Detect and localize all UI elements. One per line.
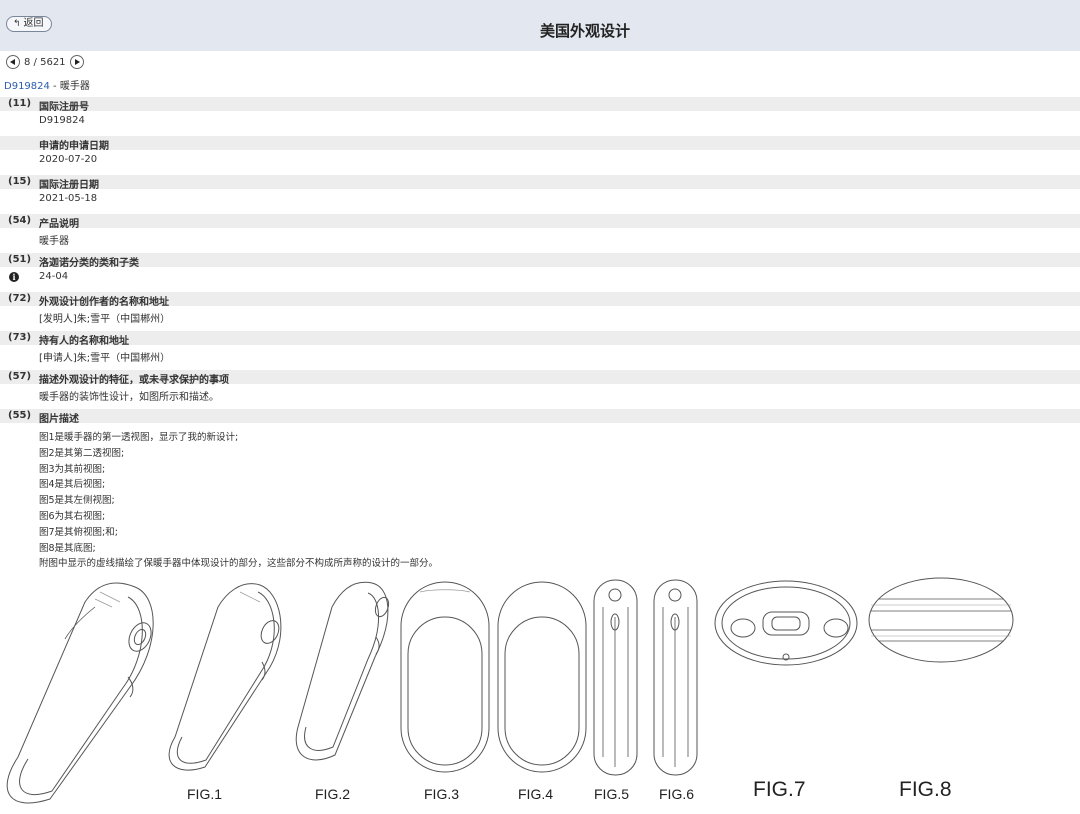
field-label-row: (57) 描述外观设计的特征，或未寻求保护的事项 (0, 370, 1080, 386)
field-value: 2020-07-20 (39, 154, 98, 165)
figure-description-line: 图4是其后视图; (39, 479, 106, 491)
field-value-row: [发明人]朱;雪平（中国郴州） (0, 306, 1080, 331)
field-value: 暖手器的装饰性设计，如图所示和描述。 (39, 392, 219, 403)
fig4-drawing (400, 581, 490, 773)
field-value: 2021-05-18 (39, 193, 98, 204)
fig1-drawing (6, 582, 154, 804)
record-heading: D919824 - 暖手器 (4, 77, 90, 92)
field-code: (54) (8, 215, 32, 226)
field-value: [申请人]朱;雪平（中国郴州） (39, 353, 171, 364)
previous-record-icon[interactable] (6, 55, 20, 69)
top-bar: ↰ 返回 美国外观设计 (0, 0, 1080, 51)
field-label-row: (72) 外观设计创作者的名称和地址 (0, 292, 1080, 308)
record-name: 暖手器 (59, 81, 90, 92)
field-value-row: 暖手器 (0, 228, 1080, 253)
fig8-label: FIG.8 (899, 778, 952, 801)
figure-description-line: 图5是其左侧视图; (39, 495, 115, 507)
design-drawings: FIG.1 FIG.2 FIG.3 FIG.4 FIG.5 FIG.6 FIG.… (0, 577, 1080, 811)
fig3-label: FIG.3 (424, 786, 460, 802)
figure-description-line: 图6为其右视图; (39, 510, 106, 522)
field-label-row: (15) 国际注册日期 (0, 175, 1080, 191)
pager-position: 8 / 5621 (24, 56, 66, 68)
fig4-label: FIG.4 (518, 786, 554, 802)
fig3-drawing (295, 581, 390, 761)
next-record-icon[interactable] (69, 55, 84, 69)
figure-description-list: 图1是暖手器的第一透视图，显示了我的新设计; 图2是其第二透视图; 图3为其前视… (39, 430, 438, 572)
field-value-row: D919824 (0, 111, 1080, 136)
field-label-row: (55) 图片描述 (0, 409, 1080, 425)
field-label-row: (51) 洛迦诺分类的类和子类 (0, 253, 1080, 269)
field-value-row: [申请人]朱;雪平（中国郴州） (0, 345, 1080, 370)
field-label-row: (11) 国际注册号 (0, 97, 1080, 113)
field-value-row: 暖手器的装饰性设计，如图所示和描述。 (0, 384, 1080, 409)
info-icon[interactable]: i (9, 272, 19, 282)
figure-description-line: 图7是其俯视图;和; (39, 526, 118, 538)
field-label-row: 申请的申请日期 (0, 136, 1080, 152)
field-code: (55) (8, 410, 32, 421)
record-separator: - (49, 81, 60, 92)
field-value: D919824 (39, 115, 85, 126)
fig4b-drawing (497, 581, 587, 773)
record-number-link[interactable]: D919824 (4, 81, 50, 92)
field-code: (73) (8, 332, 32, 343)
pager: 8 / 5621 (6, 55, 84, 69)
field-code: (11) (8, 98, 32, 109)
figure-description-line: 附图中显示的虚线描绘了保暖手器中体现设计的部分，这些部分不构成所声称的设计的一部… (39, 558, 439, 570)
figure-description-line: 图3为其前视图; (39, 463, 106, 475)
bibliographic-data: (11) 国际注册号 D919824 申请的申请日期 2020-07-20 (15… (0, 97, 1080, 425)
page-title: 美国外观设计 (539, 22, 630, 40)
field-code: (72) (8, 293, 32, 304)
fig8-drawing (868, 577, 1014, 663)
field-code: (15) (8, 176, 32, 187)
field-value: 暖手器 (39, 236, 69, 247)
fig5-drawing (593, 579, 638, 776)
fig6-drawing (653, 579, 698, 776)
figure-description-line: 图2是其第二透视图; (39, 447, 125, 459)
fig2-drawing (168, 583, 282, 771)
drawings-svg (6, 577, 1014, 804)
fig2-label: FIG.2 (315, 786, 351, 802)
field-value-row: 2020-07-20 (0, 150, 1080, 175)
fig5-label: FIG.5 (594, 786, 630, 802)
fig7-drawing (714, 580, 858, 666)
field-label: 图片描述 (39, 414, 79, 425)
figure-description-line: 图8是其底图; (39, 542, 96, 554)
field-code: (51) (8, 254, 32, 265)
figure-description-line: 图1是暖手器的第一透视图，显示了我的新设计; (39, 432, 239, 443)
field-code: (57) (8, 371, 32, 382)
field-value: [发明人]朱;雪平（中国郴州） (39, 314, 171, 325)
fig7-label: FIG.7 (753, 778, 806, 801)
field-label-row: (73) 持有人的名称和地址 (0, 331, 1080, 347)
field-label-row: (54) 产品说明 (0, 214, 1080, 230)
fig1-label: FIG.1 (187, 786, 223, 802)
field-value-row: i 24-04 (0, 267, 1080, 292)
fig6-label: FIG.6 (659, 786, 695, 802)
field-value: 24-04 (39, 271, 69, 282)
field-value-row: 2021-05-18 (0, 189, 1080, 214)
